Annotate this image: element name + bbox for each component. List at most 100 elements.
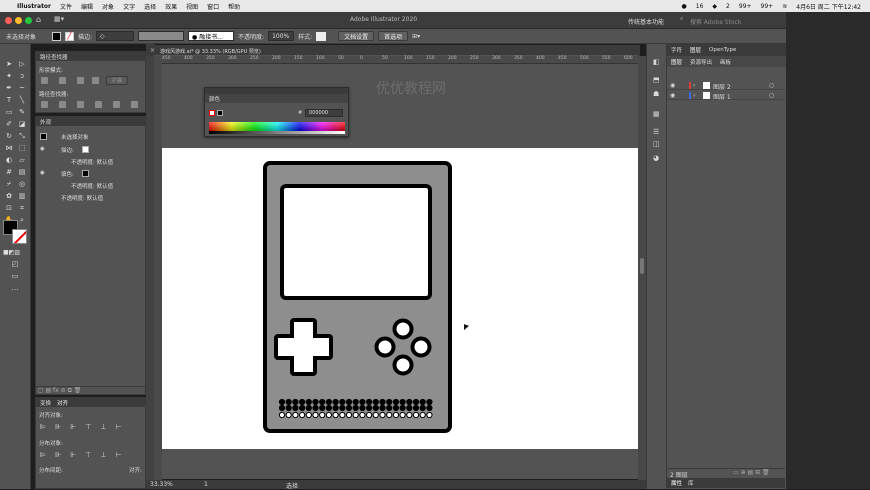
brush-dropdown[interactable]: ● 融接书... [188,31,235,41]
visibility-eye-icon[interactable]: ◉ [40,146,45,152]
stroke-weight-field[interactable]: ◇ [96,31,135,41]
vertical-scrollbar[interactable] [638,56,646,480]
object-opacity-label[interactable]: 不透明度: 默认值 [61,194,103,202]
menu-type[interactable]: 文字 [123,2,135,11]
rectangle-tool-icon[interactable]: ▭ [4,108,14,117]
zoom-level[interactable]: 33.33% [150,481,173,488]
unite-icon[interactable] [41,77,48,84]
stroke-row-swatch[interactable] [82,146,89,153]
stroke-color-swatch[interactable] [12,229,27,244]
layer-actions-icons[interactable]: ▭ ⊕ ▤ ⊞ 🗑 [733,469,770,476]
fill-row-label[interactable]: 填色: [61,170,74,178]
align-buttons[interactable]: ⊫⊪⊩⊤⊥⊢ [40,423,131,431]
mesh-tool-icon[interactable]: # [4,168,14,177]
gameboy-artwork[interactable] [162,148,638,449]
fill-opacity-label[interactable]: 不透明度: 默认值 [71,182,113,190]
shape-builder-icon[interactable]: ◐ [4,156,14,165]
menu-help[interactable]: 帮助 [228,2,240,11]
color-stroke-preview[interactable] [217,110,223,116]
menu-effect[interactable]: 效果 [165,2,177,11]
tab-artboards[interactable]: 画板 [720,58,731,66]
arrange-icon[interactable]: ⊞▾ [412,33,420,40]
perspective-icon[interactable]: ▱ [17,156,27,165]
properties-icon[interactable]: ◧ [653,58,660,66]
tab-layers[interactable]: 图层 [690,46,701,54]
menu-app[interactable]: Illustrator [17,3,51,10]
menu-view[interactable]: 视图 [186,2,198,11]
intersect-icon[interactable] [77,77,84,84]
symbol-sprayer-icon[interactable]: ✿ [4,192,14,201]
document-setup-button[interactable]: 文档设置 [338,31,375,41]
swatches-icon[interactable]: ▦ [653,110,660,118]
black-white-strip[interactable] [209,131,345,134]
layer-row[interactable]: ◉ › 图层 2 ○ [667,81,785,91]
workspace-switcher[interactable]: 传统基本功能 [628,17,664,26]
horizontal-ruler[interactable]: 450 400 350 300 250 200 150 100 50 0 50 100 150 200 25… [158,56,638,64]
datetime[interactable]: 4月6日 周二 下午12:42 [796,2,861,11]
layer-expand-icon[interactable]: › [693,92,695,99]
vertical-ruler[interactable] [154,56,162,480]
rotate-tool-icon[interactable]: ↻ [4,132,14,141]
hex-input[interactable]: 000000 [305,109,343,117]
minus-back-icon[interactable] [131,101,138,108]
outline-icon[interactable] [113,101,120,108]
trim-icon[interactable] [59,101,66,108]
stroke-panel-icon[interactable]: ☰ [653,128,659,136]
tab-opentype[interactable]: OpenType [709,47,736,53]
selection-tool-icon[interactable]: ➤ [4,60,14,69]
arrange-docs-icon[interactable]: ▦▾ [54,15,64,23]
zoom-tool-icon[interactable]: ⌕ [17,216,27,225]
fill-eye-icon[interactable]: ◉ [40,170,45,176]
stroke-row-label[interactable]: 描边: [61,146,74,154]
tab-layers-sub[interactable]: 图层 [671,58,682,66]
fill-row-swatch[interactable] [82,170,89,177]
expand-button[interactable]: 扩展 [106,76,129,85]
scale-tool-icon[interactable]: ⤡ [17,132,27,141]
magic-wand-icon[interactable]: ✦ [4,72,14,81]
tab-properties[interactable]: 属性 [671,479,682,487]
layer-target-icon[interactable]: ○ [769,92,774,99]
line-tool-icon[interactable]: ╲ [17,96,27,105]
document-tab[interactable]: 游戏风游戏.ai* @ 33.33% (RGB/GPU 预览) [160,48,261,55]
layer-name[interactable]: 图层 2 [713,82,731,91]
exclude-icon[interactable] [92,77,99,84]
draw-mode-icon[interactable]: ◰ [10,260,20,269]
opacity-field[interactable]: 100% [268,31,295,41]
close-doc-icon[interactable]: × [150,47,155,54]
layer-row[interactable]: ◉ › 图层 1 ○ [667,91,785,101]
width-tool-icon[interactable]: ⋈ [4,144,14,153]
type-tool-icon[interactable]: T [4,96,14,105]
tab-asset-export[interactable]: 资源导出 [690,58,712,66]
screen-mode-icon[interactable]: ▭ [10,272,20,281]
color-fill-preview[interactable] [209,110,215,116]
page-number[interactable]: 1 [204,481,208,488]
menu-file[interactable]: 文件 [60,2,72,11]
home-icon[interactable]: ⌂ [36,15,41,24]
wechat-icon[interactable]: ● [682,3,687,10]
layer-target-icon[interactable]: ○ [769,82,774,89]
merge-icon[interactable] [77,101,84,108]
shaper-tool-icon[interactable]: ✐ [4,120,14,129]
tab-transform[interactable]: 变换 [40,399,51,407]
menu-edit[interactable]: 编辑 [81,2,93,11]
artboard-tool-icon[interactable]: ⊡ [4,204,14,213]
layer-expand-icon[interactable]: › [693,82,695,89]
tab-character[interactable]: 字符 [671,46,682,54]
free-transform-icon[interactable]: ⬚ [17,144,27,153]
close-window-button[interactable] [5,17,12,24]
divide-icon[interactable] [41,101,48,108]
layers-icon[interactable]: ☗ [653,90,659,98]
stroke-opacity-label[interactable]: 不透明度: 默认值 [71,158,113,166]
stroke-swatch[interactable]: ╱ [65,31,75,41]
layer-name[interactable]: 图层 1 [713,92,731,101]
eyedropper-icon[interactable]: ⌿ [4,180,14,189]
graph-tool-icon[interactable]: ▥ [17,192,27,201]
curvature-tool-icon[interactable]: ~ [17,84,27,93]
blend-tool-icon[interactable]: ◎ [17,180,27,189]
preferences-button[interactable]: 首选项 [378,31,409,41]
stock-search-input[interactable]: 搜索 Adobe Stock [690,17,741,26]
tab-align[interactable]: 对齐 [57,399,68,407]
zoom-window-button[interactable] [25,17,32,24]
menu-object[interactable]: 对象 [102,2,114,11]
tab-libraries[interactable]: 库 [688,479,694,487]
